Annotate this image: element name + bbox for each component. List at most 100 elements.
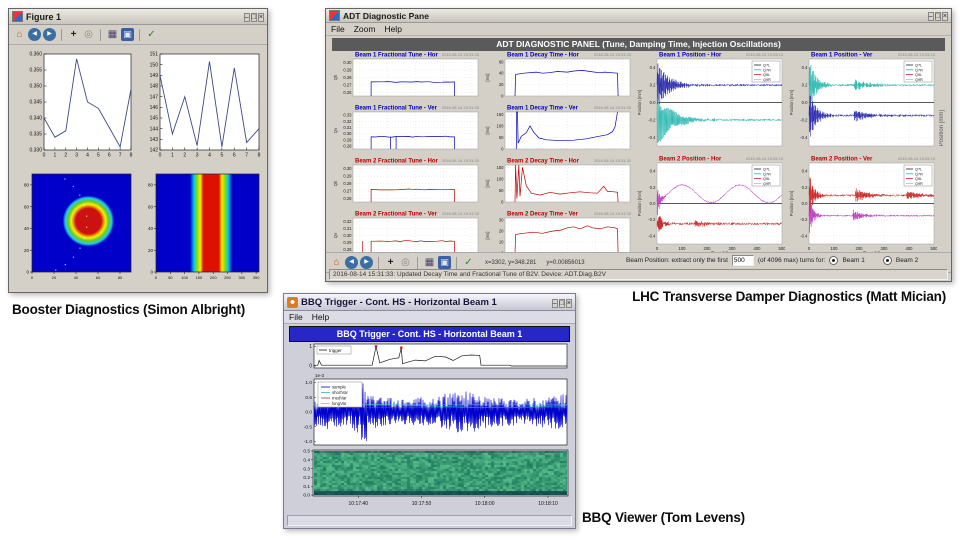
figure1-pan-icon[interactable]: + [67, 28, 80, 41]
tick-label: sample [332, 385, 346, 390]
bbq-sample-chart[interactable]: -1.0 -0.5 0.0 0.5 1.0 1e-3 sample shortVar medVa… [288, 371, 571, 449]
adt-position-subplot[interactable]: -0.4 -0.2 0.0 0.2 0.4 Q7LQ7RQ9LQ9R Beam 1 Posi… [636, 50, 785, 149]
tick-label: 6 [233, 153, 236, 159]
adt-menu-file[interactable]: File [331, 24, 345, 34]
tick-label: 2 [183, 153, 186, 159]
booster-tune-line[interactable]: 0.330 0.335 0.340 0.345 0.350 0.355 0.360 0 1 2 3 4… [12, 48, 136, 168]
bbq-sample-plot[interactable]: -1.0 -0.5 0.0 0.5 1.01e-3 sampleshortVarmedVa… [288, 371, 571, 449]
tick-label: 50 [499, 188, 504, 193]
adt-close-button[interactable]: × [941, 12, 948, 21]
figure1-toolbar: ⌂ ◀ ▶ + ◎ ▦ ▣ ✓ [9, 25, 267, 45]
tick-label: Beam 2 Decay Time - Ver [507, 212, 579, 218]
booster-tune-chart[interactable]: 0.330 0.335 0.340 0.345 0.350 0.355 0.360 0 1 2 3 4… [12, 48, 136, 168]
axis-label: Position [mm] [637, 90, 642, 115]
booster-profile-image[interactable]: 0 20 40 60 80 0 50 100 150 200 250 300 350 [136, 170, 264, 288]
bbq-trigger-chart[interactable]: 0 1 trigger [288, 341, 571, 371]
adt-position-subplot[interactable]: -0.4-0.20.00.20.40 100 200 300 400 500Q7LQ7RQ… [636, 154, 786, 258]
figure1-home-icon[interactable]: ⌂ [13, 28, 26, 41]
adt-decay-column[interactable]: 0 20 40 60 Beam 1 Decay Time - Hor 2016-08-14… [484, 50, 633, 272]
adt-save-icon[interactable]: ▣ [438, 256, 451, 269]
figure1-close-button[interactable]: × [257, 13, 264, 22]
tick-label: Q9L [915, 177, 922, 181]
axis-label: Qv [333, 127, 338, 133]
adt-subplots-icon[interactable]: ▦ [423, 256, 436, 269]
bbq-menu-file[interactable]: File [289, 312, 303, 322]
figure1-subplots-icon[interactable]: ▦ [106, 28, 119, 41]
tick-label: 300 [881, 246, 889, 251]
tick-label: 3 [196, 153, 199, 159]
adt-subplot[interactable]: 0.280.290.300.310.320.33Beam 1 Fractiona… [332, 103, 481, 151]
adt-subplot[interactable]: 0 50 100 150Beam 1 Decay Time - Ver 2016-08-… [484, 103, 633, 152]
booster-bunch-image[interactable]: 0 20 40 60 80 0 20 40 60 80 [12, 170, 136, 288]
adt-position-subplot[interactable]: -0.4 -0.2 0.0 0.2 0.4 Q7LQ7RQ9LQ9R Beam 1 Posi… [788, 50, 937, 149]
adt-check-icon[interactable]: ✓ [462, 256, 475, 269]
bbq-maximize-button[interactable]: □ [558, 298, 565, 308]
tick-label: medVar [332, 396, 347, 401]
adt-pan-icon[interactable]: + [384, 256, 397, 269]
bbq-titlebar[interactable]: BBQ Trigger - Cont. HS - Horizontal Beam… [284, 294, 575, 311]
adt-position-subplot[interactable]: -0.4-0.20.00.20.40 100 200 300 400 500Q7LQ7RQ… [788, 154, 938, 258]
adt-forward-icon[interactable]: ▶ [360, 256, 373, 269]
adt-subplot[interactable]: 0.26 0.27 0.28 0.29 0.30Beam 1 Fractional Tu… [332, 50, 481, 98]
tick-label: Q7L [763, 64, 770, 68]
adt-menu-help[interactable]: Help [384, 24, 401, 34]
java-icon [287, 296, 298, 308]
tick-label: 2016-08-14 15:25:13 [898, 52, 936, 57]
adt-zoom-icon[interactable]: ◎ [399, 256, 412, 269]
tick-label: 20 [52, 275, 57, 280]
adt-back-icon[interactable]: ◀ [345, 256, 358, 269]
bbq-spectrogram-canvas[interactable] [314, 451, 567, 495]
beam2-radio[interactable] [882, 256, 892, 265]
tick-label: 0.26 [343, 196, 352, 201]
adt-controls: Beam Position: extract only the first (o… [626, 255, 918, 266]
adt-tune-column[interactable]: 0.26 0.27 0.28 0.29 0.30 Beam 1 Fractional Tu… [332, 50, 481, 272]
adt-minimize-button[interactable]: – [927, 12, 934, 21]
figure1-minimize-button[interactable]: – [243, 13, 250, 22]
bbq-trigger-plot[interactable]: 0 1 trigger [288, 341, 571, 371]
figure1-zoom-icon[interactable]: ◎ [82, 28, 95, 41]
figure1-window-buttons: – □ × [243, 11, 264, 22]
turns-input[interactable] [731, 255, 754, 266]
adt-menu-zoom[interactable]: Zoom [354, 24, 376, 34]
figure1-forward-icon[interactable]: ▶ [43, 28, 56, 41]
tick-label: longVar [332, 401, 347, 406]
tick-label: 60 [24, 204, 30, 209]
tick-label: 0.30 [343, 60, 352, 65]
tick-label: 0.30 [343, 166, 352, 171]
tick-label: 2016-08-14 15:31:33 [442, 158, 480, 163]
booster-bunch-image[interactable]: 0 20 40 60 80 0 20 40 60 80 [12, 170, 136, 288]
tick-label: 0 [808, 246, 811, 251]
position-axis-label: Position [mm] [939, 110, 945, 147]
adt-plot-region[interactable]: 0.26 0.27 0.28 0.29 0.30 Beam 1 Fractional Tu… [326, 50, 949, 268]
adt-maximize-button[interactable]: □ [934, 12, 941, 21]
bbq-close-button[interactable]: × [565, 298, 572, 308]
tick-label: 0.0 [303, 493, 310, 499]
figure1-check-icon[interactable]: ✓ [145, 28, 158, 41]
booster-harmonic-chart[interactable]: 142 143 144 145 146 147 148 149 150 151 0 1 2 3 4 5 6 7 8 [136, 48, 264, 168]
adt-home-icon[interactable]: ⌂ [330, 256, 343, 269]
adt-titlebar[interactable]: ADT Diagnostic Pane – □ × [326, 9, 951, 23]
tick-label: Q9R [763, 182, 771, 186]
tick-label: 0 [150, 270, 153, 275]
figure1-maximize-button[interactable]: □ [250, 13, 257, 22]
bbq-minimize-button[interactable]: – [551, 298, 558, 308]
booster-harmonic-line[interactable]: 142 143 144 145 146 147 148 149 150 151 0 1 2 3 4 5 6 7 8 [136, 48, 264, 168]
axis-label: [ms] [485, 127, 490, 135]
figure1-save-icon[interactable]: ▣ [121, 28, 134, 41]
adt-position-column-1[interactable]: -0.4 -0.2 0.0 0.2 0.4 Q7L Q7R Q9L Q9R Beam 1 Posi… [636, 50, 786, 262]
booster-profile-image[interactable]: 0 20 40 60 80 0 50 100 150 200 250 300 350 [136, 170, 264, 288]
adt-position-column-2[interactable]: -0.4 -0.2 0.0 0.2 0.4 Q7L Q7R Q9L Q9R Beam 1 Posi… [788, 50, 938, 262]
tick-label: 20 [499, 229, 504, 234]
bbq-menu-help[interactable]: Help [312, 312, 329, 322]
figure1-titlebar[interactable]: Figure 1 – □ × [9, 9, 267, 25]
adt-subplot[interactable]: 0.26 0.27 0.28 0.29 0.30Beam 2 Fractional Tu… [332, 156, 481, 204]
adt-subplot[interactable]: 0 50 100 150Beam 2 Decay Time - Hor 2016-08-… [484, 156, 633, 205]
tick-label: 400 [906, 246, 914, 251]
figure1-back-icon[interactable]: ◀ [28, 28, 41, 41]
caption-booster: Booster Diagnostics (Simon Albright) [12, 302, 246, 317]
adt-subplot[interactable]: 0 20 40 60Beam 1 Decay Time - Hor 2016-08-14… [484, 50, 633, 99]
tick-label: 1 [171, 153, 174, 159]
tick-label: 2016-08-14 15:31:33 [594, 105, 632, 110]
beam1-radio[interactable] [829, 256, 839, 265]
tick-label: 148 [150, 84, 159, 90]
